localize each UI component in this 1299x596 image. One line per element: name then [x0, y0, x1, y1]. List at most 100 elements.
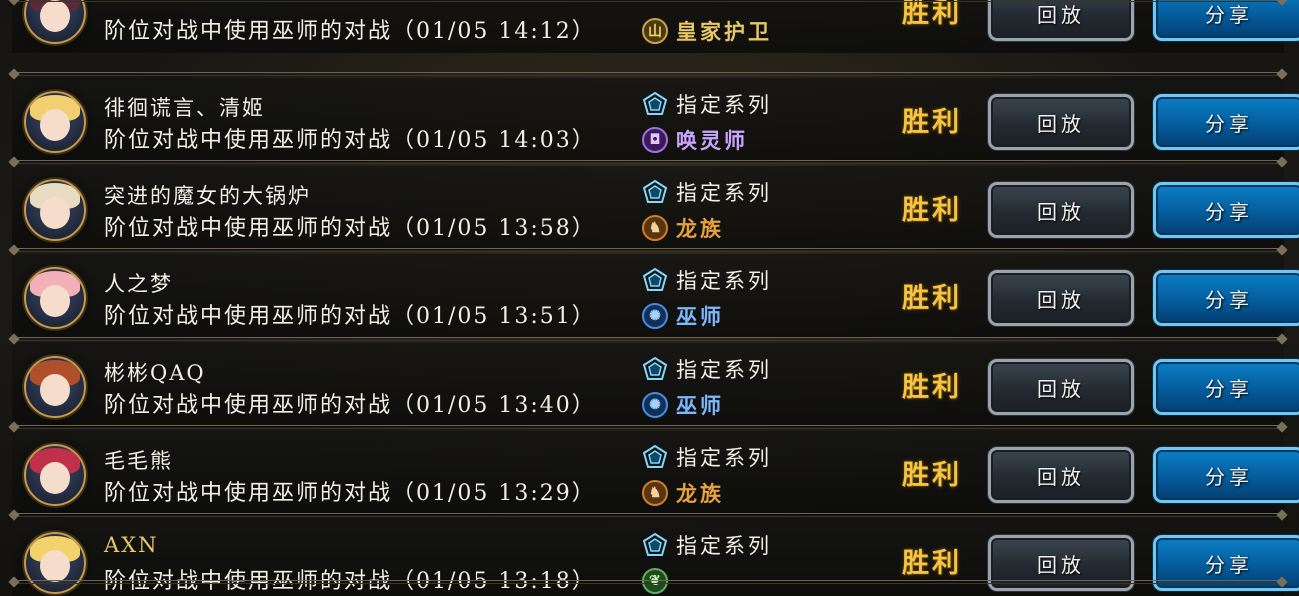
share-button-label: 分享: [1205, 199, 1253, 224]
opponent-class-label: 巫师: [676, 393, 724, 418]
replay-button-label: 回放: [1037, 199, 1085, 224]
opponent-class: ✺ 巫师: [642, 301, 724, 331]
avatar[interactable]: [24, 267, 86, 329]
opponent-class-label: 唤灵师: [676, 128, 748, 153]
deck-format-label: 指定系列: [676, 358, 772, 382]
share-button-label: 分享: [1205, 464, 1253, 489]
share-button-label: 分享: [1205, 552, 1253, 577]
replay-button-label: 回放: [1037, 111, 1085, 136]
format-icon: [642, 267, 668, 293]
replay-button[interactable]: 回放: [988, 182, 1134, 238]
replay-button-label: 回放: [1037, 2, 1085, 27]
match-description: 阶位对战中使用巫师的对战（01/05 13:40）: [104, 393, 596, 418]
opponent-class: ◘ 唤灵师: [642, 125, 748, 155]
dragon-icon: ♞: [642, 480, 668, 506]
list-item: 阶位对战中使用巫师的对战（01/05 14:12） 山皇家护卫 胜利 回放 分享: [12, 0, 1299, 53]
opponent-class: 山皇家护卫: [642, 16, 772, 46]
opponent-class-label: 巫师: [676, 304, 724, 329]
share-button-label: 分享: [1205, 287, 1253, 312]
share-button-label: 分享: [1205, 376, 1253, 401]
deck-format-label: 指定系列: [676, 534, 772, 558]
match-description: 阶位对战中使用巫师的对战（01/05 13:58）: [104, 216, 596, 241]
row-divider: [12, 72, 1284, 76]
result-label: 胜利: [902, 195, 962, 226]
avatar[interactable]: [24, 356, 86, 418]
row-divider: [12, 160, 1284, 164]
replay-button-label: 回放: [1037, 287, 1085, 312]
match-description: 阶位对战中使用巫师的对战（01/05 13:29）: [104, 481, 596, 506]
result-label: 胜利: [902, 372, 962, 403]
wizard-icon: ✺: [642, 303, 668, 329]
row-divider: [12, 425, 1284, 429]
result-label: 胜利: [902, 0, 962, 29]
share-button[interactable]: 分享: [1153, 0, 1299, 41]
result-label: 胜利: [902, 283, 962, 314]
deck-format: 指定系列: [642, 90, 772, 118]
deck-format: 指定系列: [642, 266, 772, 294]
dragon-icon: ♞: [642, 215, 668, 241]
deck-format: 指定系列: [642, 178, 772, 206]
replay-button[interactable]: 回放: [988, 94, 1134, 150]
share-button[interactable]: 分享: [1153, 447, 1299, 503]
opponent-class: ✺ 巫师: [642, 390, 724, 420]
avatar[interactable]: [24, 0, 86, 44]
opponent-name: 毛毛熊: [104, 449, 173, 473]
replay-button[interactable]: 回放: [988, 359, 1134, 415]
deck-format: 指定系列: [642, 443, 772, 471]
match-description: 阶位对战中使用巫师的对战（01/05 14:03）: [104, 128, 596, 153]
avatar[interactable]: [24, 532, 86, 594]
list-item: 彬彬QAQ 阶位对战中使用巫师的对战（01/05 13:40） 指定系列 ✺ 巫师 胜利 回…: [12, 343, 1299, 427]
format-icon: [642, 356, 668, 382]
result-label: 胜利: [902, 548, 962, 579]
avatar[interactable]: [24, 91, 86, 153]
share-button[interactable]: 分享: [1153, 270, 1299, 326]
match-description: 阶位对战中使用巫师的对战（01/05 13:18）: [104, 569, 596, 594]
wizard-icon: ✺: [642, 392, 668, 418]
opponent-name: 突进的魔女的大锅炉: [104, 184, 311, 208]
deck-format-label: 指定系列: [676, 93, 772, 117]
list-item: 人之梦阶位对战中使用巫师的对战（01/05 13:51） 指定系列 ✺ 巫师 胜利 回放 分…: [12, 254, 1299, 338]
replay-button-label: 回放: [1037, 552, 1085, 577]
opponent-class: ♞ 龙族: [642, 478, 724, 508]
opponent-class-label: 龙族: [676, 216, 724, 241]
opponent-name: AXN: [104, 533, 159, 557]
replay-button[interactable]: 回放: [988, 270, 1134, 326]
result-label: 胜利: [902, 460, 962, 491]
row-divider: [12, 248, 1284, 252]
deck-format-label: 指定系列: [676, 446, 772, 470]
match-description: 阶位对战中使用巫师的对战（01/05 13:51）: [104, 304, 596, 329]
list-item: 突进的魔女的大锅炉阶位对战中使用巫师的对战（01/05 13:58） 指定系列 ♞ 龙…: [12, 166, 1299, 250]
list-top-edge: [12, 0, 1284, 2]
crown-icon: 山: [642, 18, 668, 44]
opponent-name: 徘徊谎言、清姬: [104, 96, 265, 120]
format-icon: [642, 91, 668, 117]
replay-button-label: 回放: [1037, 376, 1085, 401]
share-button[interactable]: 分享: [1153, 94, 1299, 150]
list-item: 毛毛熊阶位对战中使用巫师的对战（01/05 13:29） 指定系列 ♞ 龙族 胜利 回放 分…: [12, 431, 1299, 515]
avatar[interactable]: [24, 444, 86, 506]
deck-format: 指定系列: [642, 355, 772, 383]
row-divider: [12, 513, 1284, 517]
opponent-name: 彬彬QAQ: [104, 361, 206, 385]
replay-button[interactable]: 回放: [988, 0, 1134, 41]
opponent-name: 人之梦: [104, 272, 173, 296]
deck-format-label: 指定系列: [676, 181, 772, 205]
opponent-class: ♞ 龙族: [642, 213, 724, 243]
format-icon: [642, 532, 668, 558]
row-divider: [12, 337, 1284, 341]
avatar[interactable]: [24, 179, 86, 241]
opponent-class-label: 皇家护卫: [676, 19, 772, 44]
share-button-label: 分享: [1205, 2, 1253, 27]
share-button[interactable]: 分享: [1153, 359, 1299, 415]
replay-button[interactable]: 回放: [988, 447, 1134, 503]
skull-icon: ◘: [642, 127, 668, 153]
battle-history-list[interactable]: 阶位对战中使用巫师的对战（01/05 14:12）山皇家护卫 胜利 回放 分享 徘徊谎言…: [0, 0, 1299, 596]
share-button[interactable]: 分享: [1153, 182, 1299, 238]
list-bottom-edge: [12, 580, 1284, 584]
list-item: 徘徊谎言、清姬阶位对战中使用巫师的对战（01/05 14:03） 指定系列 ◘ 唤灵师…: [12, 78, 1299, 162]
format-icon: [642, 179, 668, 205]
deck-format: 指定系列: [642, 531, 772, 559]
deck-format-label: 指定系列: [676, 269, 772, 293]
match-description: 阶位对战中使用巫师的对战（01/05 14:12）: [104, 19, 596, 44]
list-item: AXN 阶位对战中使用巫师的对战（01/05 13:18） 指定系列 ❦ 胜利 回放 分享: [12, 519, 1299, 596]
